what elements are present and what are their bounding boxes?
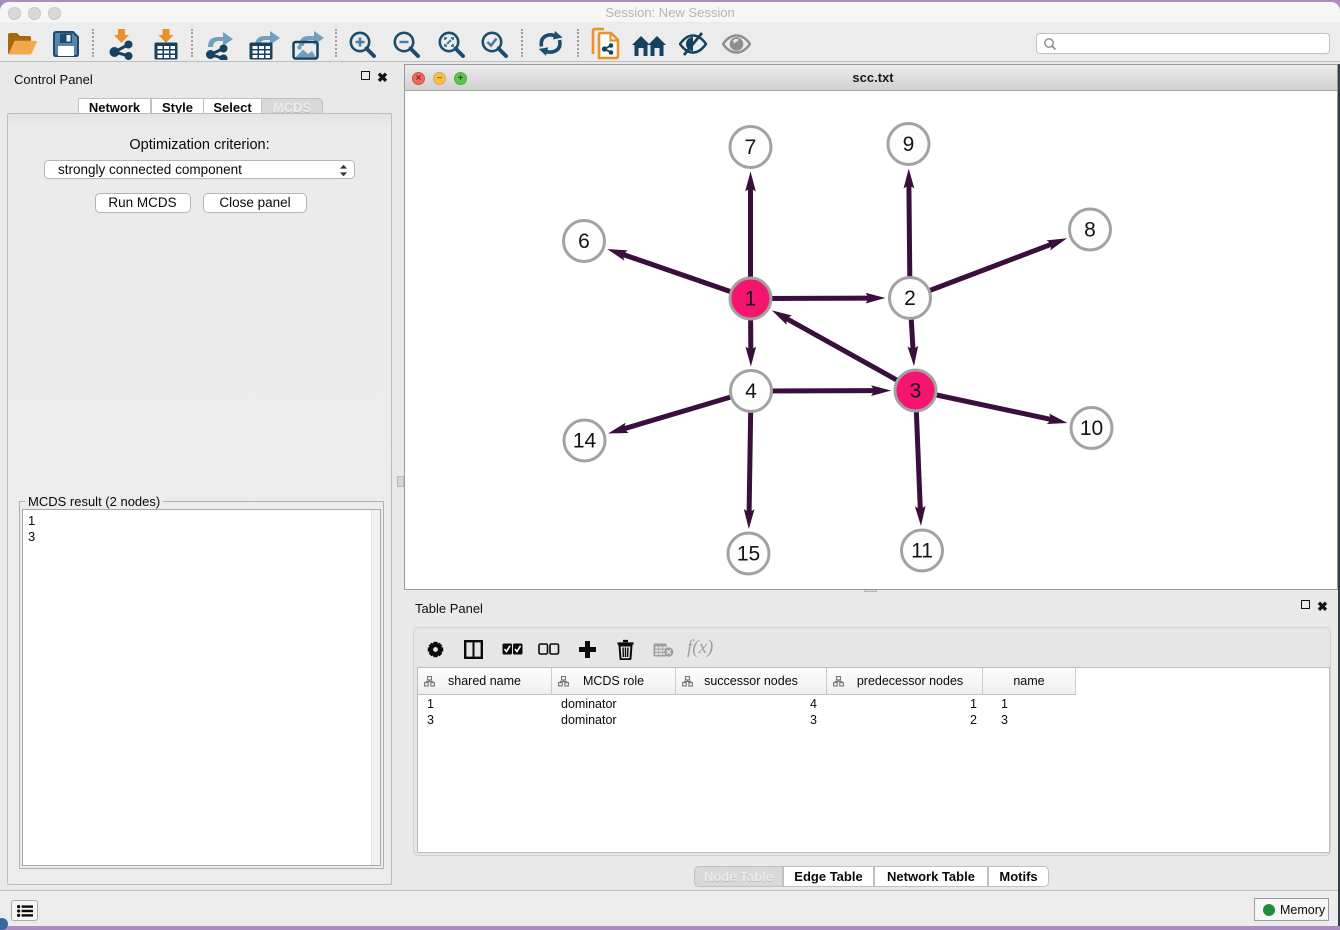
svg-text:3: 3 bbox=[910, 380, 922, 403]
svg-text:1: 1 bbox=[745, 288, 757, 311]
svg-text:2: 2 bbox=[904, 287, 916, 310]
svg-text:9: 9 bbox=[903, 133, 915, 156]
svg-text:7: 7 bbox=[745, 136, 757, 159]
svg-text:14: 14 bbox=[573, 430, 597, 453]
svg-text:4: 4 bbox=[745, 380, 757, 403]
svg-text:6: 6 bbox=[578, 230, 590, 253]
svg-text:11: 11 bbox=[911, 540, 933, 563]
svg-text:8: 8 bbox=[1084, 219, 1096, 242]
svg-text:15: 15 bbox=[737, 543, 760, 566]
svg-text:10: 10 bbox=[1080, 417, 1103, 440]
